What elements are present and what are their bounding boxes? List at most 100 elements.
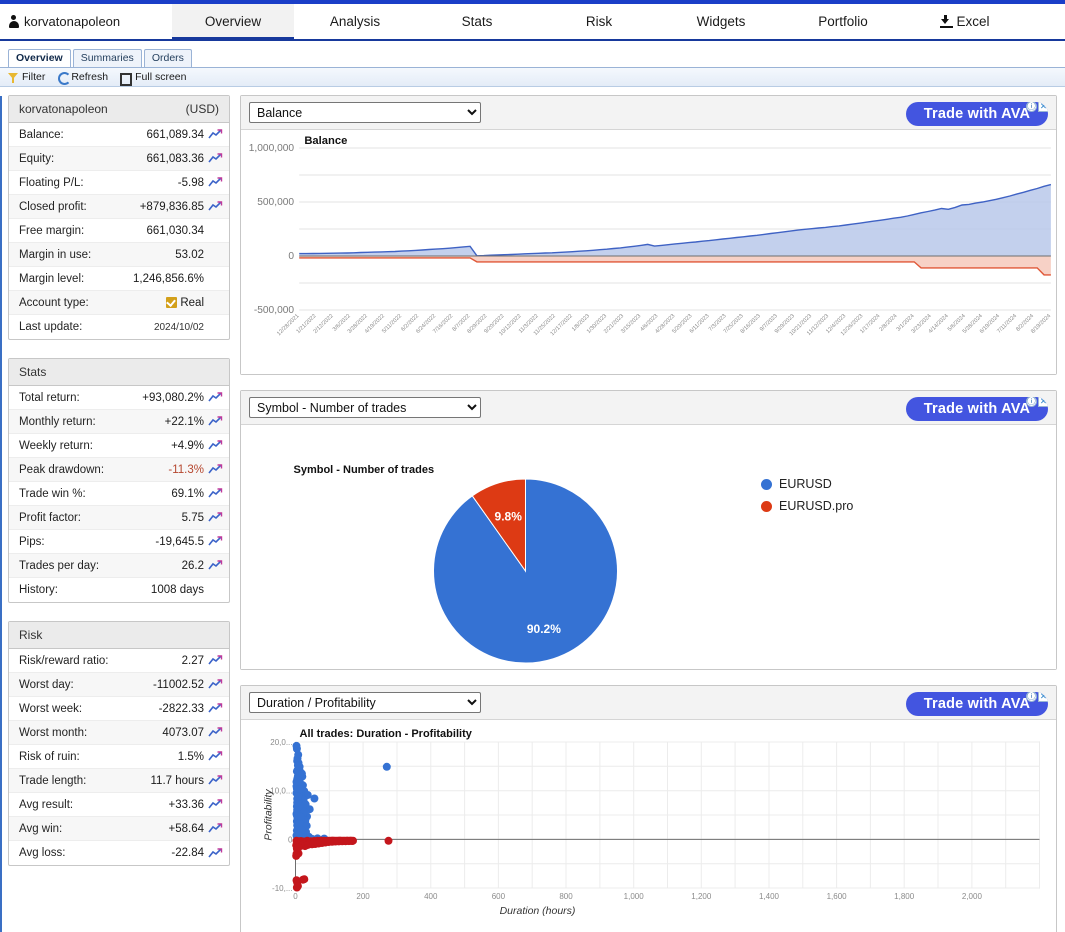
risk-row-value: 1.5% (177, 750, 204, 763)
nav-tab-risk[interactable]: Risk (538, 4, 660, 39)
fullscreen-label: Full screen (135, 71, 187, 83)
scatter-x-tick: 200 (356, 892, 370, 901)
row-chart-icon[interactable] (208, 560, 223, 571)
ad-close-icon[interactable]: ✕ (1038, 692, 1048, 702)
refresh-button[interactable]: Refresh (57, 71, 108, 85)
nav-tab-excel[interactable]: Excel (904, 4, 1026, 39)
scatter-point-0 (293, 792, 302, 801)
account-panel-currency: (USD) (185, 102, 219, 116)
sub-tab-summaries[interactable]: Summaries (72, 49, 142, 67)
balance-y-tick: 0 (288, 251, 294, 262)
row-chart-icon[interactable] (208, 129, 223, 140)
ad-banner-pie[interactable]: Trade with AVA ⓘ ✕ (906, 397, 1048, 421)
stats-row-value: 5.75 (181, 511, 204, 524)
pie-chart-svg: Symbol - Number of trades 90.2% 9.8% (294, 464, 618, 664)
left-column: korvatonapoleon (USD) Balance: 661,089.34… (8, 95, 230, 932)
ad-info-icon[interactable]: ⓘ (1026, 692, 1037, 702)
nav-tab-stats[interactable]: Stats (416, 4, 538, 39)
scatter-widget: Duration / ProfitabilityDuration / PipsS… (240, 685, 1057, 932)
risk-row-label: Avg result: (19, 798, 74, 811)
nav-tab-analysis[interactable]: Analysis (294, 4, 416, 39)
row-chart-icon[interactable] (208, 416, 223, 427)
balance-widget: BalanceEquityGrowthDrawdown Trade with A… (240, 95, 1057, 375)
risk-row-label: Trade length: (19, 774, 87, 787)
risk-row-value: -2822.33 (158, 702, 204, 715)
row-chart-icon[interactable] (208, 679, 223, 690)
row-chart-icon[interactable] (208, 823, 223, 834)
stats-row: Trades per day: 26.2 (9, 554, 229, 578)
stats-row: Total return: +93,080.2% (9, 386, 229, 410)
legend-item-0[interactable]: EURUSD (761, 477, 853, 491)
pie-chart-select[interactable]: Symbol - Number of tradesSymbol - Profit… (249, 397, 481, 418)
risk-row: Risk of ruin: 1.5% (9, 745, 229, 769)
row-chart-icon[interactable] (208, 440, 223, 451)
account-row-label: Floating P/L: (19, 176, 84, 189)
ad-close-icon[interactable]: ✕ (1038, 397, 1048, 407)
row-chart-icon[interactable] (208, 392, 223, 403)
row-chart-icon[interactable] (208, 201, 223, 212)
scatter-point-1 (384, 836, 393, 845)
nav-tab-overview[interactable]: Overview (172, 4, 294, 39)
account-row: Free margin: 661,030.34 (9, 219, 229, 243)
real-account-checkbox-icon (166, 296, 178, 308)
sub-tab-orders[interactable]: Orders (143, 49, 192, 67)
stats-row-label: Total return: (19, 391, 80, 404)
account-row-value: +879,836.85 (139, 200, 204, 213)
pie-widget: Symbol - Number of tradesSymbol - Profit… (240, 390, 1057, 670)
ad-banner-balance[interactable]: Trade with AVA ⓘ ✕ (906, 102, 1048, 126)
filter-button[interactable]: Filter (8, 71, 45, 83)
row-chart-icon[interactable] (208, 488, 223, 499)
account-indicator[interactable]: korvatonapoleon (0, 4, 172, 39)
account-row-label: Margin level: (19, 272, 85, 285)
ad-label: Trade with AVA (923, 106, 1031, 122)
row-chart-icon[interactable] (208, 727, 223, 738)
scatter-point-1 (300, 875, 309, 884)
row-chart-icon[interactable] (208, 512, 223, 523)
risk-panel-header: Risk (9, 622, 229, 649)
stats-row-value: -11.3% (168, 463, 204, 476)
row-chart-icon[interactable] (208, 751, 223, 762)
row-chart-icon[interactable] (208, 655, 223, 666)
row-chart-icon[interactable] (208, 703, 223, 714)
account-panel-title: korvatonapoleon (19, 102, 108, 116)
fullscreen-button[interactable]: Full screen (120, 71, 187, 86)
row-chart-icon[interactable] (208, 177, 223, 188)
pie-legend: EURUSD EURUSD.pro (761, 477, 853, 521)
row-chart-icon[interactable] (208, 799, 223, 810)
sub-tab-overview[interactable]: Overview (8, 49, 71, 67)
ad-info-icon[interactable]: ⓘ (1026, 397, 1037, 407)
row-chart-icon[interactable] (208, 464, 223, 475)
scatter-chart-select[interactable]: Duration / ProfitabilityDuration / PipsS… (249, 692, 481, 713)
risk-row-value: 4073.07 (162, 726, 204, 739)
row-chart-icon[interactable] (208, 153, 223, 164)
risk-row-label: Avg loss: (19, 847, 66, 859)
risk-rows: Risk/reward ratio: 2.27 Worst day: -11002.5… (9, 649, 229, 865)
legend-label-1: EURUSD.pro (779, 499, 854, 513)
nav-tab-portfolio[interactable]: Portfolio (782, 4, 904, 39)
nav-tab-widgets[interactable]: Widgets (660, 4, 782, 39)
risk-row: Worst week: -2822.33 (9, 697, 229, 721)
row-chart-icon[interactable] (208, 536, 223, 547)
account-name: korvatonapoleon (24, 14, 121, 29)
scatter-x-tick: 800 (559, 892, 573, 901)
balance-chart-select[interactable]: BalanceEquityGrowthDrawdown (249, 102, 481, 123)
filter-label: Filter (22, 71, 46, 83)
risk-row-label: Worst week: (19, 702, 83, 715)
balance-chart-title: Balance (304, 135, 347, 147)
ad-banner-scatter[interactable]: Trade with AVA ⓘ ✕ (906, 692, 1048, 716)
scatter-point-0 (296, 812, 305, 821)
balance-chart-svg: 1,000,000500,0000-500,000Balance12/28/20… (249, 135, 1053, 337)
account-row-value: 661,089.34 (146, 128, 204, 141)
row-chart-icon[interactable] (208, 775, 223, 786)
stats-row-label: Trade win %: (19, 487, 86, 500)
ad-info-icon[interactable]: ⓘ (1026, 102, 1037, 112)
scatter-point-0 (295, 762, 304, 771)
account-row: Equity: 661,083.36 (9, 147, 229, 171)
row-chart-icon[interactable] (208, 847, 223, 859)
account-row: Balance: 661,089.34 (9, 123, 229, 147)
stats-row: Trade win %: 69.1% (9, 482, 229, 506)
ad-close-icon[interactable]: ✕ (1038, 102, 1048, 112)
scatter-x-tick: 400 (424, 892, 438, 901)
legend-item-1[interactable]: EURUSD.pro (761, 499, 853, 513)
download-icon (940, 15, 954, 28)
